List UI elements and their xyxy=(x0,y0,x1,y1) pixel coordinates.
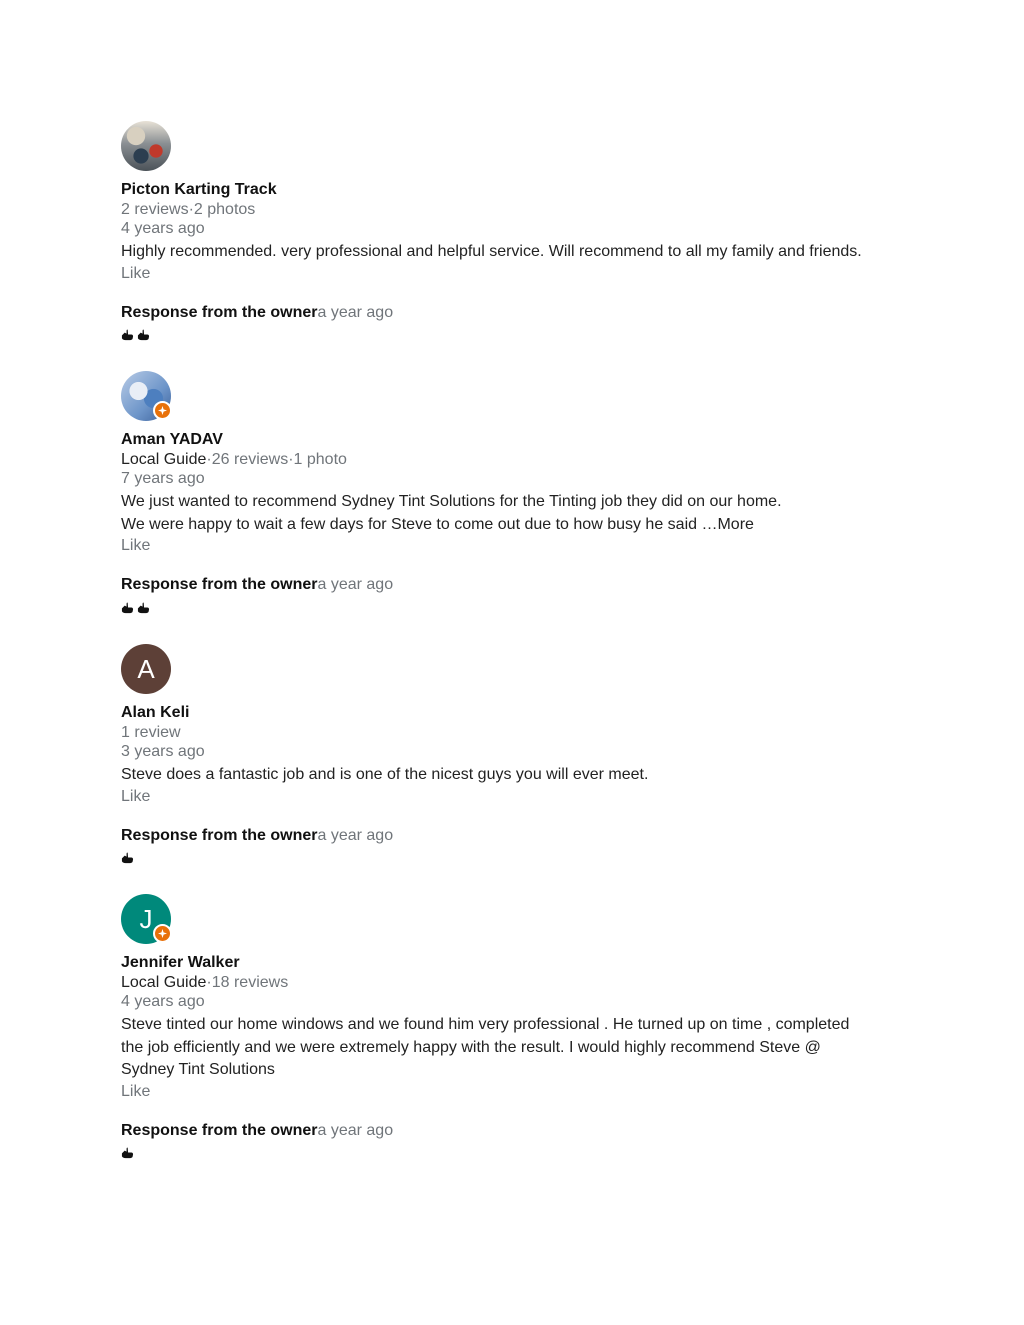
review-count: ·18 reviews xyxy=(206,974,289,991)
review-count: 2 reviews·2 photos xyxy=(121,201,256,218)
review-text-line: We were happy to wait a few days for Ste… xyxy=(121,515,754,533)
reviewer-meta: 1 review xyxy=(121,723,911,742)
review-card: J Jennifer Walker Local Guide·18 reviews… xyxy=(121,894,911,1163)
backhand-index-pointing-right-icon xyxy=(121,329,134,341)
owner-response-label: Response from the owner xyxy=(121,303,318,321)
review-text: Highly recommended. very professional an… xyxy=(121,241,911,264)
avatar-letter: A xyxy=(121,644,171,694)
avatar[interactable] xyxy=(121,121,171,171)
like-button[interactable]: Like xyxy=(121,264,911,283)
review-date: 4 years ago xyxy=(121,993,205,1010)
backhand-index-pointing-right-icon xyxy=(137,329,150,341)
review-text-line: We just wanted to recommend Sydney Tint … xyxy=(121,493,782,510)
local-guide-label: Local Guide xyxy=(121,974,207,991)
owner-response: Response from the ownera year ago xyxy=(121,1121,911,1141)
owner-response-date: a year ago xyxy=(317,1121,394,1139)
review-card: Picton Karting Track 2 reviews·2 photos … xyxy=(121,121,911,345)
reviewer-meta: Local Guide·26 reviews·1 photo xyxy=(121,450,911,469)
local-guide-badge-icon xyxy=(153,401,172,420)
owner-response-text xyxy=(121,325,911,345)
owner-response-date: a year ago xyxy=(317,303,394,321)
review-text: We just wanted to recommend Sydney Tint … xyxy=(121,491,911,536)
local-guide-badge-icon xyxy=(153,924,172,943)
review-text-line: Highly recommended. very professional an… xyxy=(121,243,862,260)
reviewer-name[interactable]: Jennifer Walker xyxy=(121,953,911,973)
owner-response-text xyxy=(121,597,911,617)
owner-response-text xyxy=(121,1143,911,1163)
review-text: Steve tinted our home windows and we fou… xyxy=(121,1014,911,1082)
owner-response-date: a year ago xyxy=(317,576,394,593)
review-date: 3 years ago xyxy=(121,743,205,760)
reviewer-meta: Local Guide·18 reviews xyxy=(121,973,911,992)
owner-response-text xyxy=(121,848,911,868)
backhand-index-pointing-right-icon xyxy=(121,852,134,864)
avatar[interactable]: J xyxy=(121,894,172,944)
avatar[interactable]: A xyxy=(121,644,171,694)
review-count: ·26 reviews·1 photo xyxy=(206,451,347,468)
reviewer-name[interactable]: Aman YADAV xyxy=(121,430,911,450)
avatar-initial: J xyxy=(139,903,153,934)
review-date: 4 years ago xyxy=(121,220,205,237)
backhand-index-pointing-right-icon xyxy=(137,602,150,613)
review-count: 1 review xyxy=(121,724,181,741)
review-card: Aman YADAV Local Guide·26 reviews·1 phot… xyxy=(121,371,911,617)
avatar-initial: A xyxy=(137,653,155,684)
owner-response-date: a year ago xyxy=(317,826,394,844)
review-text-line: Steve tinted our home windows and we fou… xyxy=(121,1016,850,1033)
review-text-line: Steve does a fantastic job and is one of… xyxy=(121,766,649,783)
review-text-line: Sydney Tint Solutions xyxy=(121,1061,275,1078)
review-text-line: the job efficiently and we were extremel… xyxy=(121,1038,821,1056)
like-button[interactable]: Like xyxy=(121,787,911,806)
backhand-index-pointing-right-icon xyxy=(121,1147,134,1159)
owner-response-label: Response from the owner xyxy=(121,1121,318,1139)
owner-response: Response from the ownera year ago xyxy=(121,826,911,846)
avatar-photo xyxy=(121,121,171,171)
reviewer-meta: 2 reviews·2 photos xyxy=(121,200,911,219)
review-date: 7 years ago xyxy=(121,470,205,487)
reviewer-name[interactable]: Picton Karting Track xyxy=(121,180,911,200)
owner-response-label: Response from the owner xyxy=(121,576,318,593)
review-card: A Alan Keli 1 review 3 years ago Steve d… xyxy=(121,644,911,868)
avatar[interactable] xyxy=(121,371,172,421)
reviewer-name[interactable]: Alan Keli xyxy=(121,703,911,723)
like-button[interactable]: Like xyxy=(121,536,911,555)
owner-response: Response from the ownera year ago xyxy=(121,575,911,595)
like-button[interactable]: Like xyxy=(121,1082,911,1101)
owner-response-label: Response from the owner xyxy=(121,826,318,844)
owner-response: Response from the ownera year ago xyxy=(121,303,911,323)
local-guide-label: Local Guide xyxy=(121,451,207,468)
review-text: Steve does a fantastic job and is one of… xyxy=(121,764,911,787)
backhand-index-pointing-right-icon xyxy=(121,602,134,613)
